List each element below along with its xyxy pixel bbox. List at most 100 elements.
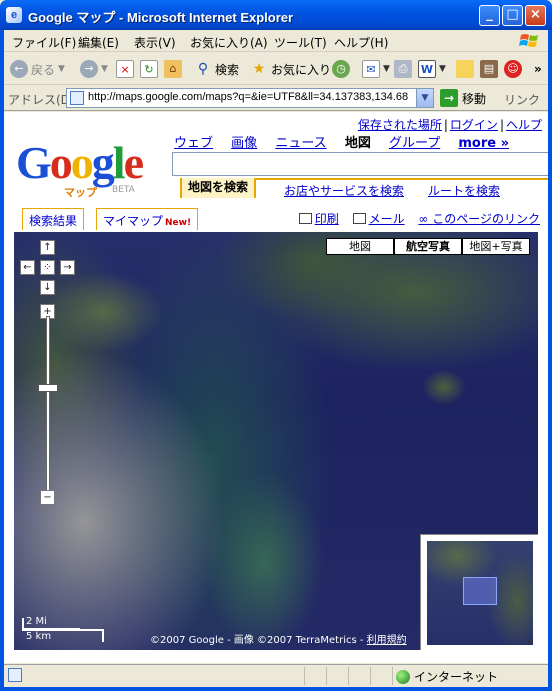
menu-file[interactable]: ファイル(F): [12, 34, 76, 51]
logo-letter: o: [70, 137, 94, 188]
address-input[interactable]: http://maps.google.com/maps?q=&ie=UTF8&l…: [66, 88, 434, 108]
pan-right-button[interactable]: →: [60, 260, 75, 275]
email-link[interactable]: メール: [352, 212, 405, 226]
messenger-icon: ☺: [504, 60, 522, 78]
zoom-out-button[interactable]: −: [40, 490, 55, 505]
research-button[interactable]: ▤: [480, 58, 498, 80]
forward-dropdown-icon[interactable]: ▼: [101, 64, 108, 74]
history-icon: ◷: [332, 60, 350, 78]
google-maps-logo[interactable]: Google マップ BETA: [16, 140, 166, 200]
history-button[interactable]: ◷: [332, 58, 350, 80]
map-copyright: ©2007 Google - 画像 ©2007 TerraMetrics - 利…: [150, 631, 407, 646]
print-button[interactable]: ⎙: [394, 58, 412, 80]
menu-view[interactable]: 表示(V): [134, 34, 176, 51]
tab-more[interactable]: more »: [458, 136, 509, 151]
tab-search-businesses[interactable]: お店やサービスを検索: [284, 182, 404, 199]
title-bar[interactable]: e Google マップ - Microsoft Internet Explor…: [0, 0, 552, 30]
window-title: Google マップ - Microsoft Internet Explorer: [28, 10, 294, 25]
edit-dropdown-icon[interactable]: ▼: [439, 64, 446, 74]
tab-images[interactable]: 画像: [231, 136, 257, 151]
pan-center-button[interactable]: ⁘: [40, 260, 55, 275]
tab-search-maps[interactable]: 地図を検索: [180, 178, 257, 198]
toolbar-chevron[interactable]: »: [534, 58, 542, 80]
logo-letter: g: [91, 137, 115, 188]
messenger-button[interactable]: ☺: [504, 58, 522, 80]
tab-search-results[interactable]: 検索結果: [22, 208, 85, 230]
zone-label: インターネット: [414, 670, 499, 684]
toolbar: ← 戻る ▼ → ▼ × ↻ ⌂ ⚲ 検索 ★ お気に入り ◷ ✉ ▼ ⎙ W …: [4, 53, 548, 85]
links-toolbar[interactable]: リンク: [504, 91, 540, 108]
tab-web[interactable]: ウェブ: [174, 136, 213, 151]
zoom-slider-thumb[interactable]: [38, 384, 58, 393]
collapse-overview-icon[interactable]: ↘: [524, 636, 536, 648]
menu-tools[interactable]: ツール(T): [274, 34, 327, 51]
map-type-satellite[interactable]: 航空写真: [394, 238, 462, 255]
my-maps-label: マイマップ: [103, 214, 164, 228]
print-link[interactable]: 印刷: [315, 212, 339, 226]
mail-dropdown-icon[interactable]: ▼: [383, 64, 390, 74]
stop-icon: ×: [116, 60, 134, 78]
mail-button[interactable]: ✉ ▼: [362, 58, 390, 80]
new-badge: New!: [165, 218, 192, 228]
back-dropdown-icon[interactable]: ▼: [58, 64, 65, 74]
status-bar: インターネット: [4, 664, 548, 687]
status-divider: [326, 667, 327, 685]
login-link[interactable]: ログイン: [450, 118, 498, 132]
stop-button[interactable]: ×: [116, 58, 134, 80]
tab-groups[interactable]: グループ: [389, 136, 440, 151]
map-scale: 2 Mi 5 km: [22, 616, 104, 642]
edit-button[interactable]: W ▼: [418, 58, 446, 80]
search-input[interactable]: [172, 152, 548, 176]
discuss-button[interactable]: [456, 58, 474, 80]
search-button[interactable]: ⚲ 検索: [194, 58, 239, 80]
menu-help[interactable]: ヘルプ(H): [334, 34, 388, 51]
zoom-slider-track[interactable]: [46, 316, 50, 496]
link-to-page-label: このページのリンク: [432, 212, 540, 226]
pan-down-button[interactable]: ↓: [40, 280, 55, 295]
tab-news[interactable]: ニュース: [275, 136, 326, 151]
maximize-button[interactable]: □: [502, 5, 523, 26]
address-url[interactable]: http://maps.google.com/maps?q=&ie=UTF8&l…: [88, 91, 408, 103]
terms-link[interactable]: 利用規約: [367, 635, 407, 646]
windows-logo-icon: [519, 34, 538, 47]
overview-map[interactable]: ↘: [420, 534, 538, 650]
security-zone[interactable]: インターネット: [396, 668, 498, 685]
refresh-icon: ↻: [140, 60, 158, 78]
menu-edit[interactable]: 編集(E): [78, 34, 119, 51]
pan-left-button[interactable]: ←: [20, 260, 35, 275]
google-wordmark: Google: [16, 140, 166, 186]
refresh-button[interactable]: ↻: [140, 58, 158, 80]
logo-beta-label: BETA: [112, 185, 135, 195]
overview-viewport-box[interactable]: [463, 577, 497, 605]
printer-icon: [298, 213, 312, 224]
tab-my-maps[interactable]: マイマップ New!: [96, 208, 199, 230]
close-button[interactable]: ×: [525, 5, 546, 26]
menu-favorites[interactable]: お気に入り(A): [190, 34, 268, 51]
home-button[interactable]: ⌂: [164, 58, 182, 80]
search-tabs: ウェブ 画像 ニュース 地図 グループ more »: [174, 132, 523, 151]
go-button[interactable]: → 移動: [440, 89, 486, 107]
scale-km-label: 5 km: [26, 631, 52, 642]
address-dropdown-icon[interactable]: ▼: [416, 89, 433, 107]
map-type-hybrid[interactable]: 地図+写真: [462, 238, 530, 255]
word-icon: W: [418, 60, 436, 78]
map-type-map[interactable]: 地図: [326, 238, 394, 255]
star-icon: ★: [252, 61, 266, 77]
status-divider: [304, 667, 305, 685]
back-button[interactable]: ← 戻る ▼: [10, 58, 65, 80]
favorites-button[interactable]: ★ お気に入り: [250, 58, 331, 80]
home-icon: ⌂: [164, 60, 182, 78]
tab-get-directions[interactable]: ルートを検索: [428, 182, 500, 199]
minimize-button[interactable]: _: [479, 5, 500, 26]
browser-window: e Google マップ - Microsoft Internet Explor…: [0, 0, 552, 691]
scale-tick: [102, 630, 104, 642]
printer-icon: ⎙: [394, 60, 412, 78]
satellite-map[interactable]: 地図 航空写真 地図+写真 ↑ ← ⁘ → ↓ + − 2 Mi 5 km ©2…: [14, 232, 538, 650]
saved-places-link[interactable]: 保存された場所: [358, 118, 442, 132]
pan-up-button[interactable]: ↑: [40, 240, 55, 255]
page-actions: 印刷 メール ∞ このページのリンク: [298, 210, 540, 227]
address-bar: アドレス(D) http://maps.google.com/maps?q=&i…: [4, 86, 548, 111]
link-to-page[interactable]: ∞ このページのリンク: [418, 212, 540, 226]
help-link[interactable]: ヘルプ: [506, 118, 542, 132]
forward-button[interactable]: → ▼: [80, 58, 108, 80]
